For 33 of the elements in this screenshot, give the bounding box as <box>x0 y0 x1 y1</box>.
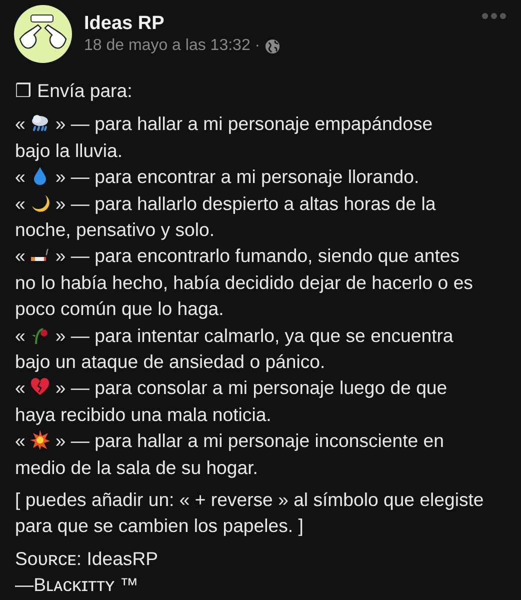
entry-text: » — para encontrarlo fumando, siendo que antes <box>55 245 460 266</box>
entry-text: » — para intentar calmarlo, ya que se encuentra <box>55 324 454 346</box>
entry-text: » — para hallar a mi personaje empapándose <box>55 113 433 134</box>
entry-text: medio de la sala de su hogar. <box>15 456 259 480</box>
entry-text: haya recibido una mala noticia. <box>15 402 272 427</box>
open-quote: « <box>15 430 26 452</box>
open-quote: « <box>15 377 26 398</box>
broken-heart-icon <box>30 377 50 398</box>
more-options-icon[interactable] <box>481 12 507 20</box>
signature-text: —Bʟᴀᴄᴋɪᴛᴛʏ ™ <box>15 574 138 596</box>
entry-text: no lo había hecho, había decidido dejar de hacerlo o es poco común que lo haga. <box>15 270 474 322</box>
explosion-icon <box>30 430 50 450</box>
section-heading: ❒ Envía para: <box>15 79 134 103</box>
crescent-moon-icon <box>30 192 50 213</box>
open-quote: « <box>15 192 26 214</box>
open-quote: « <box>15 166 26 188</box>
open-quote: « <box>15 113 26 134</box>
globe-icon <box>265 38 280 54</box>
entry-text: » — para hallar a mi personaje inconsciente en <box>55 430 444 452</box>
entry-text: bajo la lluvia. <box>15 138 124 163</box>
source-text: Sᴏᴜʀᴄᴇ: IdeasRP <box>15 546 160 571</box>
author-name[interactable]: Ideas RP <box>84 13 469 35</box>
open-quote: « <box>15 324 26 346</box>
entry-text: » — para consolar a mi personaje luego de que <box>55 377 448 398</box>
avatar-icon[interactable] <box>14 5 72 63</box>
entry-text: » — para hallarlo despierto a altas horas de la <box>55 192 436 214</box>
note-text: [ puedes añadir un: « + reverse » al símbolo que elegiste para que se cambien los papeles. ] <box>15 488 485 538</box>
post-timestamp[interactable]: 18 de mayo a las 13:32 · <box>84 37 260 55</box>
entry-text: bajo un ataque de ansiedad o pánico. <box>15 350 326 374</box>
entry-text: » — para encontrar a mi personaje llorando. <box>55 166 420 188</box>
rain-cloud-icon <box>30 113 50 134</box>
entry-text: noche, pensativo y solo. <box>15 218 216 242</box>
open-quote: « <box>15 245 26 266</box>
